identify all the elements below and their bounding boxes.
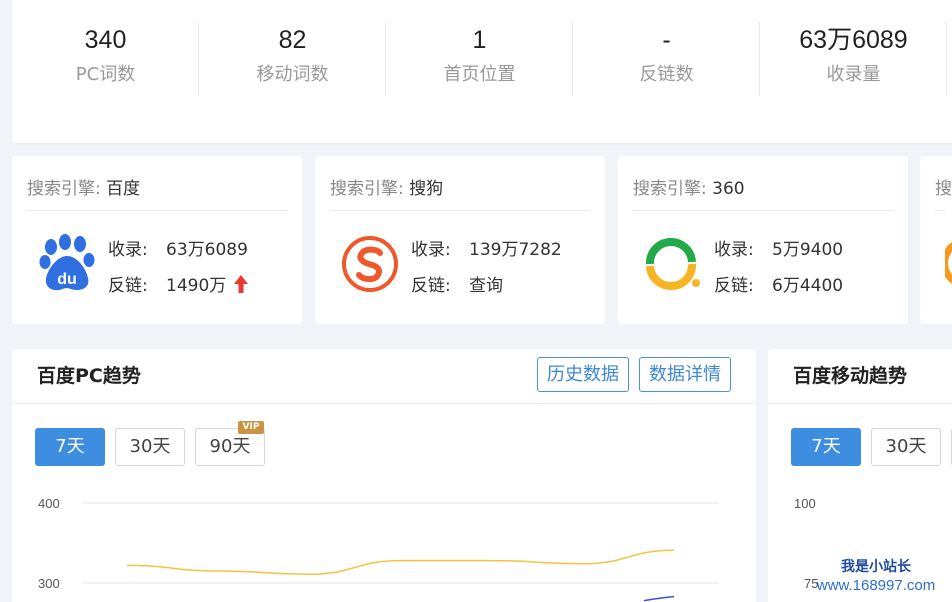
index-value[interactable]: 5万9400 — [772, 240, 843, 260]
up-arrow-icon — [233, 275, 248, 293]
index-value[interactable]: 63万6089 — [166, 240, 248, 260]
divider — [633, 210, 893, 211]
stat-mobile-keywords[interactable]: 82 移动词数 — [199, 22, 386, 96]
index-label: 收录: — [108, 240, 148, 260]
sogou-icon — [342, 236, 398, 292]
engine-prefix: 搜索引擎: — [330, 179, 404, 199]
engine-card-360: 搜索引擎: 360 收录: 5万9400 反链: 6万4400 — [618, 156, 908, 324]
stat-value: 82 — [278, 26, 307, 54]
index-row: 收录: 139万7282 — [411, 238, 562, 274]
index-label: 收录: — [714, 240, 754, 260]
stat-indexed[interactable]: 63万6089 收录量 — [760, 22, 947, 96]
divider — [768, 403, 952, 404]
index-value[interactable]: 139万7282 — [469, 240, 562, 260]
engine-rows: 收录: 139万7282 反链: 查询 — [411, 238, 562, 310]
stat-pc-keywords[interactable]: 340 PC词数 — [12, 22, 199, 96]
engine-prefix: 搜索引擎: — [633, 179, 707, 199]
baidu-paw-icon: du — [39, 234, 95, 291]
y-tick-label: 100 — [794, 496, 816, 511]
stat-label: 反链数 — [639, 64, 694, 85]
pc-trend-chart — [82, 502, 719, 602]
stat-label: 首页位置 — [443, 64, 516, 85]
engine-logo-partial-icon — [945, 242, 952, 284]
stat-value: 1 — [472, 26, 487, 54]
links-row: 反链: 6万4400 — [714, 274, 843, 310]
engine-title: 搜索引擎: 360 — [633, 174, 745, 199]
engine-name: 百度 — [106, 179, 141, 199]
stat-label: PC词数 — [75, 64, 136, 85]
index-row: 收录: 5万9400 — [714, 238, 843, 274]
engine-card-sogou: 搜索引擎: 搜狗 收录: 139万7282 反链: 查询 — [315, 156, 605, 324]
series-line-1 — [643, 595, 675, 602]
engine-title: 搜索引擎: 搜狗 — [330, 174, 443, 199]
engine-name: 360 — [712, 179, 745, 199]
divider — [330, 210, 590, 211]
svg-text:du: du — [57, 271, 77, 288]
stat-value: 63万6089 — [799, 26, 908, 54]
range-30d-button[interactable]: 30天 — [871, 428, 941, 466]
stat-label: 移动词数 — [256, 64, 329, 85]
stat-divider — [946, 22, 947, 96]
engine-prefix: 搜 — [935, 179, 952, 199]
engine-card-baidu: 搜索引擎: 百度 du 收录: 63万6089 反链: 1490万 — [12, 156, 302, 324]
panel-title: 百度移动趋势 — [793, 365, 908, 387]
range-7d-button[interactable]: 7天 — [791, 428, 861, 466]
stat-label: 收录量 — [826, 64, 881, 85]
engine-title: 搜 — [935, 174, 952, 199]
links-query-link[interactable]: 查询 — [469, 276, 503, 296]
links-label: 反链: — [411, 276, 451, 296]
divider — [935, 210, 945, 211]
index-label: 收录: — [411, 240, 451, 260]
links-row: 反链: 查询 — [411, 274, 562, 310]
index-row: 收录: 63万6089 — [108, 238, 248, 274]
stat-backlinks[interactable]: - 反链数 — [573, 22, 760, 96]
engine-title: 搜索引擎: 百度 — [27, 174, 140, 199]
watermark: 我是小站长 www.168997.com — [800, 556, 952, 594]
engine-name: 搜狗 — [409, 179, 444, 199]
stat-first-page[interactable]: 1 首页位置 — [386, 22, 573, 96]
stat-value: 340 — [84, 26, 127, 54]
engine-rows: 收录: 5万9400 反链: 6万4400 — [714, 238, 843, 310]
links-label: 反链: — [108, 276, 148, 296]
links-value[interactable]: 1490万 — [166, 276, 226, 296]
stats-card: 340 PC词数 82 移动词数 1 首页位置 - 反链数 63万6089 收录… — [12, 0, 952, 143]
pc-trend-panel: 百度PC趋势 历史数据 数据详情 7天 30天 90天 VIP 400 300 — [12, 349, 756, 602]
engine-card-partial: 搜 — [920, 156, 952, 324]
so360-icon — [646, 238, 700, 290]
stat-value: - — [662, 26, 671, 54]
engine-prefix: 搜索引擎: — [27, 179, 101, 199]
engine-rows: 收录: 63万6089 反链: 1490万 — [108, 238, 248, 310]
series-line-0 — [126, 549, 675, 575]
watermark-title: 我是小站长 — [841, 559, 911, 575]
links-label: 反链: — [714, 276, 754, 296]
links-row: 反链: 1490万 — [108, 274, 248, 310]
divider — [27, 210, 287, 211]
watermark-url: www.168997.com — [816, 577, 936, 594]
links-value[interactable]: 6万4400 — [772, 276, 843, 296]
